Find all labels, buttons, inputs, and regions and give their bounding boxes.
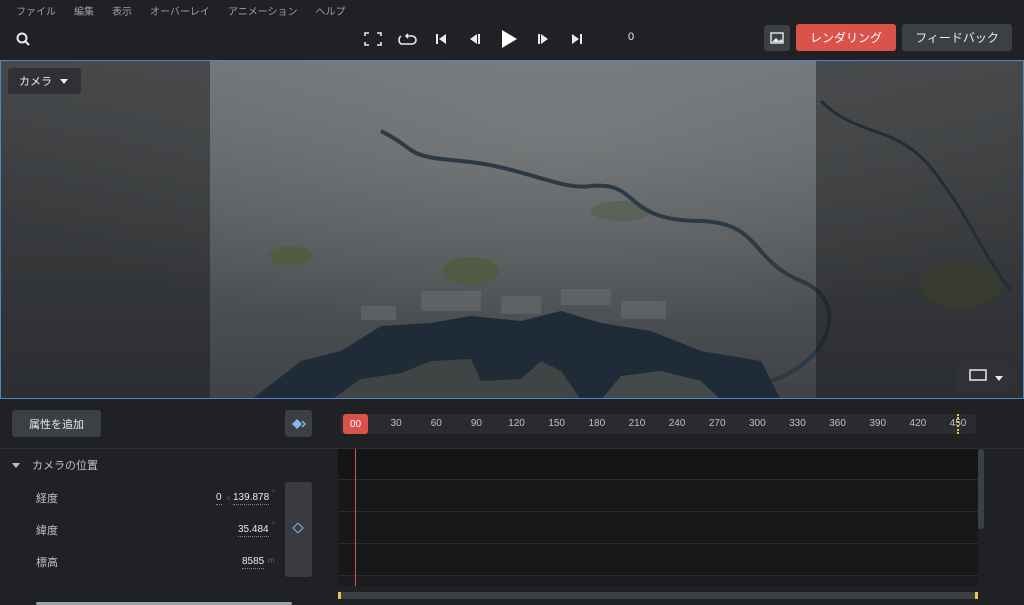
group-label: カメラの位置 xyxy=(32,460,98,472)
ruler-tick-label: 30 xyxy=(390,418,402,429)
fullscreen-icon[interactable] xyxy=(356,26,390,52)
latitude-unit: ° xyxy=(272,521,276,530)
latitude-field[interactable]: 35.484 xyxy=(238,524,269,537)
aspect-ratio-dropdown[interactable] xyxy=(957,363,1015,391)
track-group-row xyxy=(338,449,978,480)
track-area[interactable] xyxy=(338,449,978,586)
feedback-button[interactable]: フィードバック xyxy=(902,24,1012,51)
ruler-tick-label: 240 xyxy=(668,418,686,429)
altitude-unit: m xyxy=(268,556,275,565)
ruler-tick-label: 300 xyxy=(748,418,766,429)
safe-frame-left xyxy=(1,61,210,398)
longitude-offset-field[interactable]: 0 xyxy=(216,492,222,505)
camera-position-group[interactable]: カメラの位置 xyxy=(12,457,98,473)
track-row-longitude[interactable] xyxy=(338,481,978,512)
triangle-down-icon xyxy=(12,459,20,471)
menu-overlay[interactable]: オーバーレイ xyxy=(150,3,210,18)
ruler-tick-label: 330 xyxy=(789,418,806,429)
toolbar: 0 レンダリング フィードバック xyxy=(0,20,1024,58)
image-icon[interactable] xyxy=(764,25,790,51)
add-attribute-button[interactable]: 属性を追加 xyxy=(12,410,101,437)
ruler-tick-label: 270 xyxy=(708,418,726,429)
caret-down-icon xyxy=(995,368,1003,386)
range-start-handle[interactable] xyxy=(338,592,341,599)
multiply-icon: × xyxy=(226,494,231,503)
longitude-label: 経度 xyxy=(36,493,58,505)
end-frame-marker[interactable] xyxy=(957,414,959,434)
longitude-field[interactable]: 139.878 xyxy=(233,492,270,505)
playhead-marker[interactable]: 00 xyxy=(343,414,368,434)
ruler-tick-label: 90 xyxy=(470,418,482,429)
range-end-handle[interactable] xyxy=(975,592,978,599)
timeline-panel: 属性を追加 30 60 90 120 150 180 210 240 270 300 330 360 3… xyxy=(0,400,1024,605)
longitude-unit: ° xyxy=(272,489,276,498)
ruler-tick-label: 60 xyxy=(430,418,442,429)
caret-down-icon xyxy=(60,75,68,87)
ruler-tick-label: 150 xyxy=(548,418,565,429)
map-viewport[interactable]: カメラ xyxy=(0,60,1024,399)
camera-dropdown-label: カメラ xyxy=(19,76,52,88)
ruler-tick-label: 360 xyxy=(829,418,846,429)
ruler-tick-label: 120 xyxy=(508,418,525,429)
playhead-line xyxy=(355,449,356,586)
altitude-field[interactable]: 8585 xyxy=(242,556,265,569)
camera-dropdown[interactable]: カメラ xyxy=(8,68,81,94)
ruler-tick-label: 180 xyxy=(588,418,606,429)
play-icon[interactable] xyxy=(492,26,526,52)
menu-help[interactable]: ヘルプ xyxy=(316,3,346,18)
menu-edit[interactable]: 編集 xyxy=(74,3,94,18)
transport-controls xyxy=(356,26,594,52)
render-button[interactable]: レンダリング xyxy=(796,24,896,51)
latitude-label: 緯度 xyxy=(36,525,58,537)
menu-bar: ファイル 編集 表示 オーバーレイ アニメーション ヘルプ xyxy=(0,0,1024,20)
timeline-range-scrollbar[interactable] xyxy=(338,592,978,599)
menu-view[interactable]: 表示 xyxy=(112,3,132,18)
skip-to-start-icon[interactable] xyxy=(424,26,458,52)
safe-frame-right xyxy=(816,61,1023,398)
step-forward-icon[interactable] xyxy=(526,26,560,52)
timeline-ruler[interactable]: 30 60 90 120 150 180 210 240 270 300 330 360 390 420 4… xyxy=(340,414,976,434)
track-row-altitude[interactable] xyxy=(338,545,978,576)
search-icon[interactable] xyxy=(14,30,32,48)
aspect-ratio-icon xyxy=(969,368,987,386)
ruler-tick-label: 210 xyxy=(628,418,646,429)
keyframe-nav-icon[interactable] xyxy=(285,410,312,437)
track-row-latitude[interactable] xyxy=(338,513,978,544)
properties-panel: カメラの位置 経度 0 × 139.878 ° 緯度 35.484 ° 標高 8… xyxy=(0,449,336,586)
skip-to-end-icon[interactable] xyxy=(560,26,594,52)
menu-file[interactable]: ファイル xyxy=(16,3,56,18)
frame-counter: 0 xyxy=(628,31,635,43)
vertical-scrollbar[interactable] xyxy=(978,449,984,529)
ruler-tick-label: 420 xyxy=(909,418,927,429)
app-window: ファイル 編集 表示 オーバーレイ アニメーション ヘルプ 0 レンダリング フ… xyxy=(0,0,1024,605)
step-back-icon[interactable] xyxy=(458,26,492,52)
loop-icon[interactable] xyxy=(390,26,424,52)
altitude-label: 標高 xyxy=(36,557,58,569)
menu-animation[interactable]: アニメーション xyxy=(228,3,298,18)
ruler-tick-label: 390 xyxy=(869,418,887,429)
